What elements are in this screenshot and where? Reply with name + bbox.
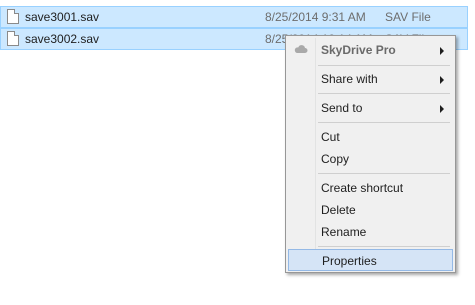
menu-item-cut[interactable]: Cut [288, 126, 453, 148]
file-name: save3002.sav [25, 32, 100, 46]
document-icon [7, 9, 19, 24]
menu-item-create-shortcut[interactable]: Create shortcut [288, 177, 453, 199]
menu-item-label: Properties [322, 254, 377, 268]
submenu-arrow-icon [440, 47, 444, 55]
menu-separator [318, 93, 450, 94]
menu-item-copy[interactable]: Copy [288, 148, 453, 170]
file-name: save3001.sav [25, 10, 100, 24]
menu-item-send-to[interactable]: Send to [288, 97, 453, 119]
menu-item-label: Share with [321, 72, 378, 86]
menu-item-label: Send to [321, 101, 363, 115]
menu-item-label: Copy [321, 152, 350, 166]
menu-item-delete[interactable]: Delete [288, 199, 453, 221]
file-type: SAV File [385, 10, 431, 24]
menu-item-label: Create shortcut [321, 181, 404, 195]
menu-item-label: Cut [321, 130, 340, 144]
menu-separator [318, 122, 450, 123]
submenu-arrow-icon [440, 105, 444, 113]
menu-item-label: SkyDrive Pro [321, 43, 396, 57]
submenu-arrow-icon [440, 76, 444, 84]
menu-item-label: Rename [321, 225, 367, 239]
menu-item-share-with[interactable]: Share with [288, 68, 453, 90]
context-menu: SkyDrive Pro Share with Send to Cut Copy… [285, 35, 456, 273]
file-date: 8/25/2014 9:31 AM [265, 10, 366, 24]
document-icon [7, 31, 19, 46]
file-row[interactable]: save3001.sav 8/25/2014 9:31 AM SAV File [0, 6, 468, 28]
menu-separator [318, 65, 450, 66]
menu-item-properties[interactable]: Properties [288, 249, 453, 271]
menu-item-skydrive-pro[interactable]: SkyDrive Pro [288, 39, 453, 61]
menu-separator [318, 246, 450, 247]
cloud-icon [294, 45, 308, 53]
menu-item-label: Delete [321, 203, 356, 217]
menu-separator [318, 173, 450, 174]
menu-item-rename[interactable]: Rename [288, 221, 453, 243]
